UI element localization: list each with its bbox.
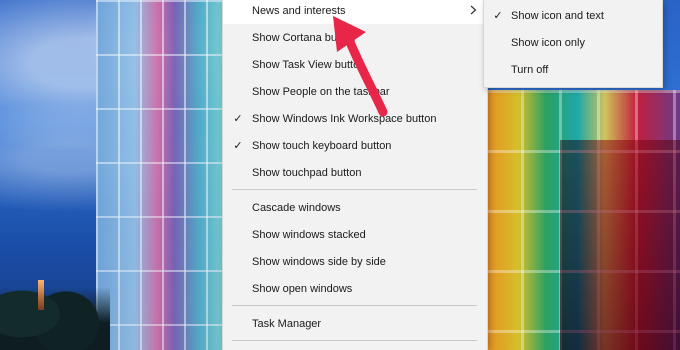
checkmark-icon: ✓ [233,113,243,125]
menu-item-label: Show Windows Ink Workspace button [252,112,437,125]
glass-cube-building-left [96,0,226,350]
menu-item-show-windows-side-by-side[interactable]: Show windows side by side [223,248,487,275]
menu-item-show-people-on-taskbar[interactable]: Show People on the taskbar [223,78,487,105]
street-lamp [38,280,44,310]
menu-item-label: Cascade windows [252,201,341,214]
menu-item-label: Show open windows [252,282,353,295]
menu-item-label: Task Manager [252,317,322,330]
taskbar-context-menu: News and interests Show Cortana button S… [222,0,488,350]
menu-item-show-windows-stacked[interactable]: Show windows stacked [223,221,487,248]
menu-item-label: Show Task View button [252,58,366,71]
menu-item-label: Show windows side by side [252,255,386,268]
menu-item-label: Show People on the taskbar [252,85,390,98]
menu-item-show-touch-keyboard-button[interactable]: ✓ Show touch keyboard button [223,132,487,159]
menu-item-label: Show touchpad button [252,166,362,179]
menu-item-label: Show windows stacked [252,228,366,241]
trees-silhouette [0,260,110,350]
menu-item-cascade-windows[interactable]: Cascade windows [223,194,487,221]
menu-separator [232,189,477,190]
submenu-item-label: Turn off [511,63,549,76]
menu-item-label: Show touch keyboard button [252,139,392,152]
menu-item-show-cortana-button[interactable]: Show Cortana button [223,24,487,51]
submenu-item-show-icon-and-text[interactable]: ✓ Show icon and text [484,2,662,29]
menu-item-task-manager[interactable]: Task Manager [223,310,487,337]
submenu-item-turn-off[interactable]: Turn off [484,56,662,83]
menu-item-news-and-interests[interactable]: News and interests [223,0,487,24]
glass-cube-shade [560,140,680,350]
chevron-right-icon [470,4,477,18]
menu-item-show-touchpad-button[interactable]: Show touchpad button [223,159,487,186]
menu-item-label: News and interests [252,4,346,17]
menu-item-show-open-windows[interactable]: Show open windows [223,275,487,302]
menu-item-label: Show Cortana button [252,31,356,44]
submenu-item-label: Show icon only [511,36,585,49]
news-and-interests-submenu: ✓ Show icon and text Show icon only Turn… [483,0,663,88]
checkmark-icon: ✓ [493,10,503,22]
menu-separator [232,305,477,306]
checkmark-icon: ✓ [233,140,243,152]
submenu-item-show-icon-only[interactable]: Show icon only [484,29,662,56]
menu-item-show-task-view-button[interactable]: Show Task View button [223,51,487,78]
menu-separator [232,340,477,341]
menu-item-show-windows-ink-workspace-button[interactable]: ✓ Show Windows Ink Workspace button [223,105,487,132]
submenu-item-label: Show icon and text [511,9,604,22]
